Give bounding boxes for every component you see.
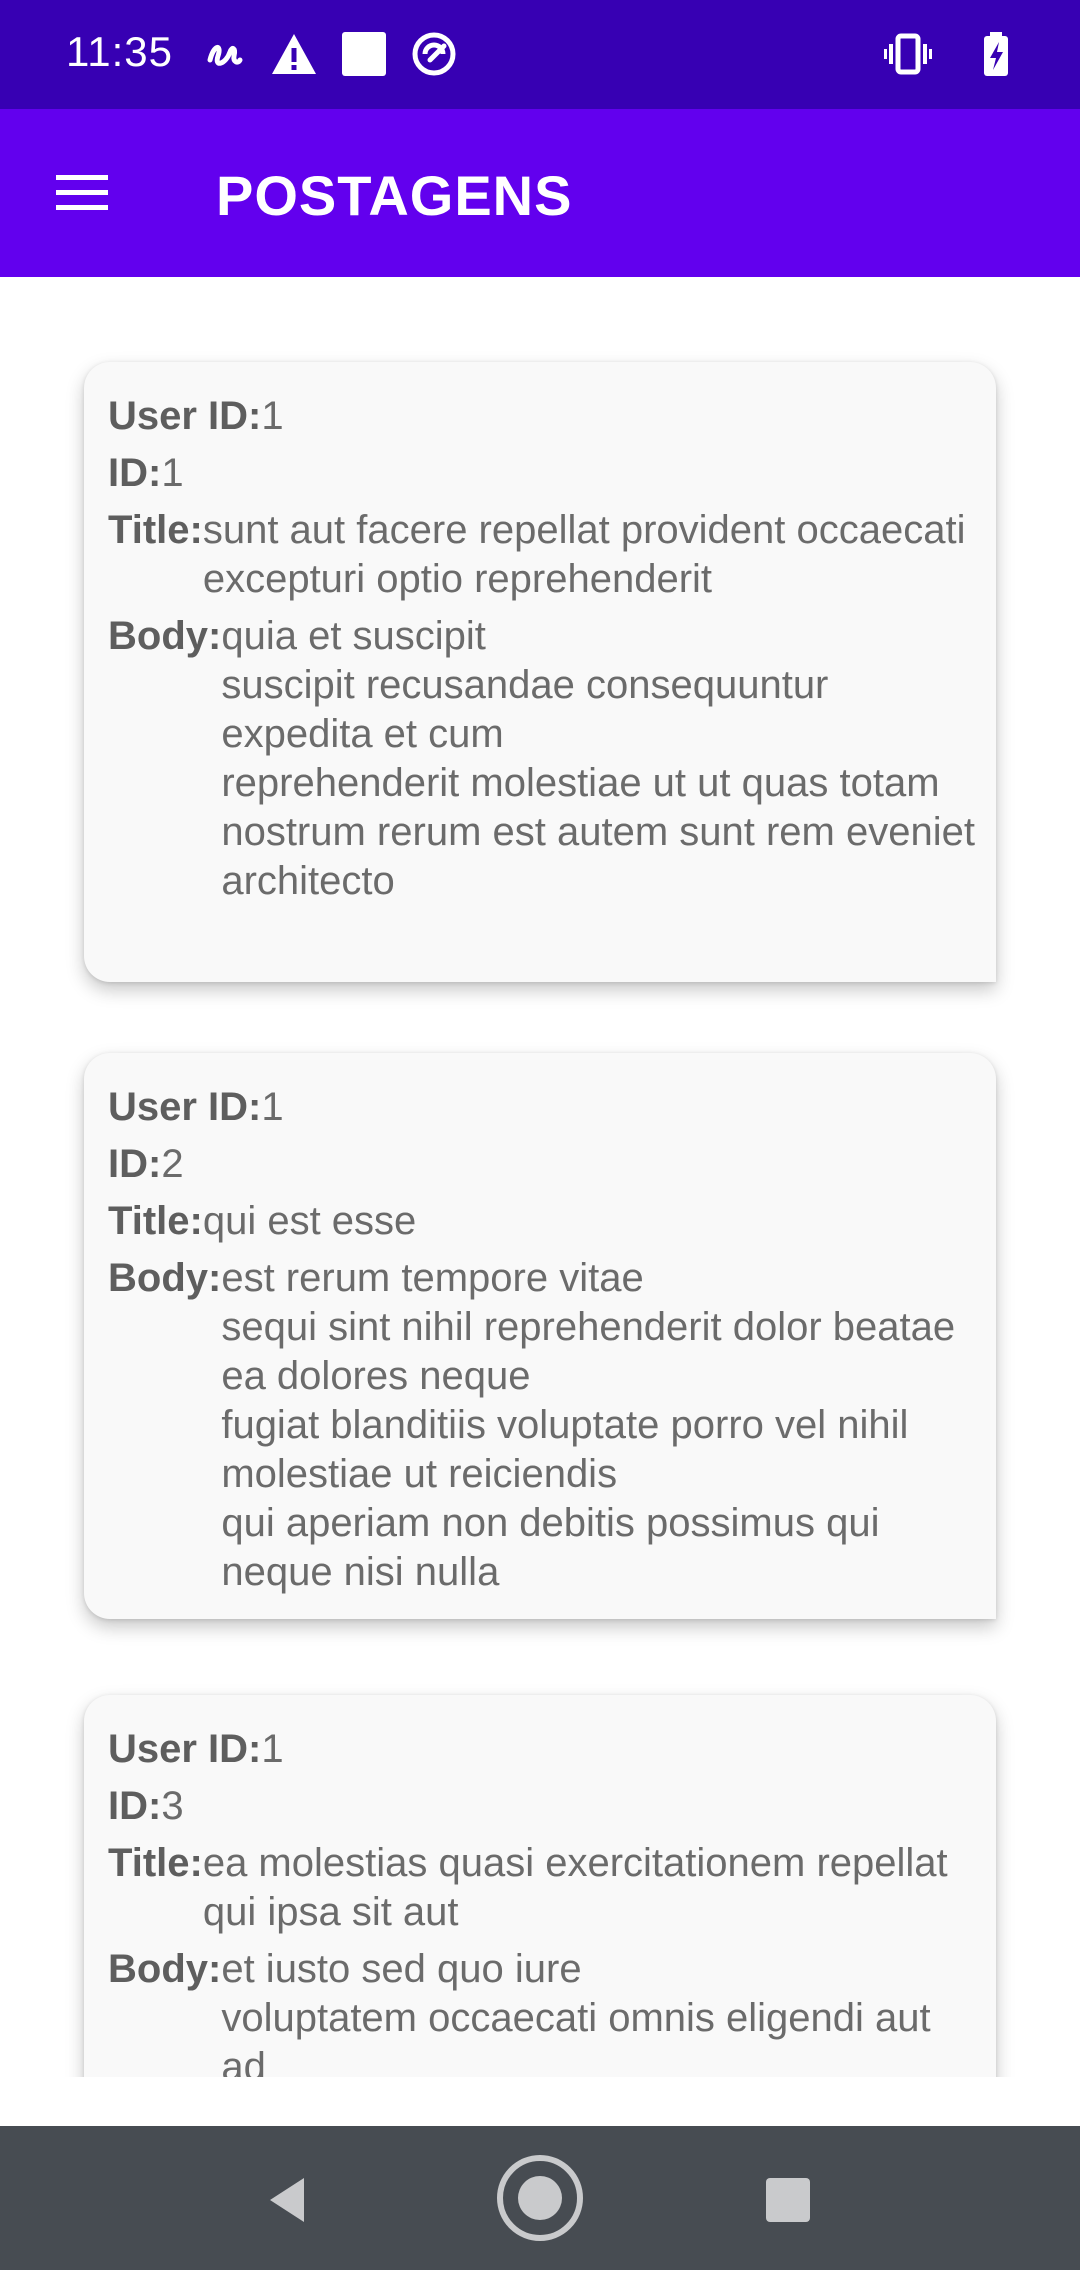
menu-icon[interactable]: [52, 169, 112, 217]
title-label: Title:: [108, 1199, 203, 1243]
title-row: Title: sunt aut facere repellat providen…: [108, 506, 976, 604]
user-id-value: 1: [261, 1085, 284, 1129]
title-value: qui est esse: [202, 1199, 417, 1243]
title-label: Title:: [108, 508, 203, 552]
title-label: Title:: [108, 1841, 203, 1885]
user-id-row: User ID: 1: [108, 1083, 976, 1132]
back-icon[interactable]: [252, 2164, 324, 2236]
scribble-icon: [207, 45, 243, 66]
vibrate-icon: [884, 33, 932, 75]
status-icons-right: [884, 30, 1020, 78]
body-value: est rerum tempore vitae sequi sint nihil…: [221, 1256, 956, 1594]
status-icons-left: [200, 30, 458, 78]
recents-icon[interactable]: [752, 2164, 824, 2236]
body-value: et iusto sed quo iure voluptatem occaeca…: [221, 1947, 931, 2077]
id-value: 1: [161, 451, 184, 495]
id-row: ID: 3: [108, 1782, 976, 1831]
id-label: ID:: [108, 1142, 162, 1186]
body-label: Body:: [108, 614, 222, 658]
user-id-value: 1: [261, 394, 284, 438]
user-id-label: User ID:: [108, 394, 262, 438]
status-time: 11:35: [66, 28, 173, 75]
id-label: ID:: [108, 1784, 162, 1828]
user-id-value: 1: [261, 1727, 284, 1771]
body-label: Body:: [108, 1256, 222, 1300]
status-bar: 11:35: [0, 0, 1080, 109]
title-value: ea molestias quasi exercitationem repell…: [202, 1841, 948, 1934]
post-card[interactable]: User ID: 1 ID: 1 Title: sunt aut facere …: [84, 362, 996, 982]
title-row: Title: qui est esse: [108, 1197, 976, 1246]
post-card[interactable]: User ID: 1 ID: 3 Title: ea molestias qua…: [84, 1695, 996, 2077]
body-value: quia et suscipit suscipit recusandae con…: [221, 614, 975, 903]
title-row: Title: ea molestias quasi exercitationem…: [108, 1839, 976, 1937]
square-notification-icon: [342, 32, 386, 76]
id-label: ID:: [108, 451, 162, 495]
battery-charging-icon: [984, 32, 1008, 76]
id-value: 2: [161, 1142, 184, 1186]
navigation-bar: [0, 2126, 1080, 2270]
circle-notification-icon: [412, 32, 456, 76]
title-value: sunt aut facere repellat provident occae…: [202, 508, 966, 601]
id-row: ID: 2: [108, 1140, 976, 1189]
user-id-row: User ID: 1: [108, 1725, 976, 1774]
body-row: Body: est rerum tempore vitae sequi sint…: [108, 1254, 976, 1597]
body-row: Body: et iusto sed quo iure voluptatem o…: [108, 1945, 976, 2077]
post-list[interactable]: User ID: 1 ID: 1 Title: sunt aut facere …: [0, 277, 1080, 2077]
id-row: ID: 1: [108, 449, 976, 498]
id-value: 3: [161, 1784, 184, 1828]
body-label: Body:: [108, 1947, 222, 1991]
user-id-label: User ID:: [108, 1085, 262, 1129]
user-id-row: User ID: 1: [108, 392, 976, 441]
user-id-label: User ID:: [108, 1727, 262, 1771]
app-bar: POSTAGENS: [0, 109, 1080, 277]
post-card[interactable]: User ID: 1 ID: 2 Title: qui est esse Bod…: [84, 1053, 996, 1619]
home-icon[interactable]: [494, 2152, 586, 2244]
body-row: Body: quia et suscipit suscipit recusand…: [108, 612, 976, 906]
warning-icon: [272, 34, 316, 74]
page-title: POSTAGENS: [216, 164, 573, 227]
